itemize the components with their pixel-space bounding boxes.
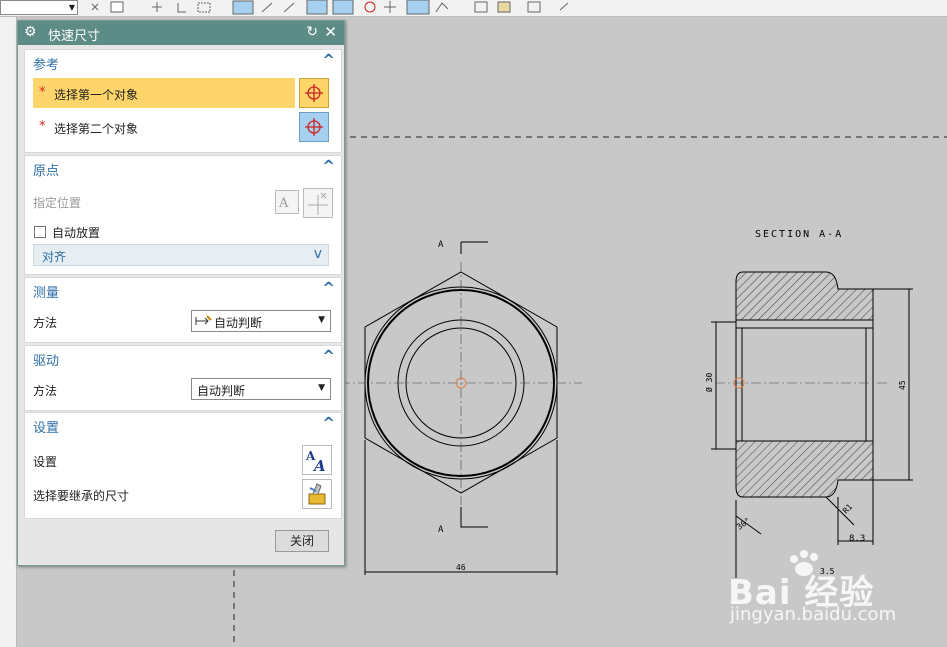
group-label: 原点	[33, 164, 60, 179]
dim-width: 46	[456, 563, 466, 572]
svg-text:A: A	[278, 196, 289, 211]
align-dropdown[interactable]: 对齐 v	[33, 244, 329, 266]
measure-method-value: 自动判断	[214, 316, 263, 330]
group-header-measure[interactable]: 测量 ^	[25, 278, 341, 301]
select-first-object-row[interactable]: * 选择第一个对象	[33, 78, 295, 108]
auto-place-checkbox[interactable]	[34, 226, 46, 238]
cut-label-top: A	[438, 240, 444, 250]
svg-text:A: A	[312, 457, 326, 474]
group-label: 设置	[33, 421, 60, 436]
select-second-object-button[interactable]	[299, 112, 329, 142]
chevron-up-icon[interactable]: ^	[322, 51, 335, 69]
group-label: 测量	[33, 286, 60, 301]
chevron-down-icon: ▼	[318, 383, 325, 393]
dim-height: 45	[898, 380, 907, 390]
dim-bore: Ø 30	[704, 373, 714, 392]
section-title: SECTION A-A	[755, 229, 843, 240]
select-first-object-button[interactable]	[299, 78, 329, 108]
measure-method-select[interactable]: 自动判断 ▼	[191, 310, 331, 332]
chevron-up-icon[interactable]: ^	[322, 347, 335, 365]
drawing-canvas[interactable]: A A 46 SECTION A-A Ø 30 45 8.3 30° R1 3.…	[345, 17, 947, 647]
close-icon[interactable]: ✕	[324, 23, 337, 41]
group-label: 驱动	[33, 354, 60, 369]
crosshair-icon	[305, 84, 323, 102]
cut-label-bottom: A	[438, 525, 444, 535]
settings-button[interactable]: AA	[302, 445, 332, 475]
align-label: 对齐	[42, 250, 67, 264]
drive-method-select[interactable]: 自动判断 ▼	[191, 378, 331, 400]
dim-8-3: 8.3	[849, 534, 865, 544]
group-header-drive[interactable]: 驱动 ^	[25, 346, 341, 369]
inherit-brush-icon	[308, 483, 326, 505]
required-star-icon: *	[39, 119, 46, 134]
dialog-title-bar: ⚙ 快速尺寸 ↻ ✕	[18, 21, 344, 45]
dimension-auto-icon	[195, 315, 212, 325]
dim-30deg: 30°	[735, 516, 752, 532]
lower-canvas	[233, 570, 235, 647]
close-button[interactable]: 关闭	[275, 530, 329, 552]
dialog-title: 快速尺寸	[48, 29, 101, 44]
quick-dimension-dialog: ⚙ 快速尺寸 ↻ ✕ 参考 ^ * 选择第一个对象 * 选择第二个对象 原点 ^…	[17, 20, 345, 566]
select-second-object-row[interactable]: * 选择第二个对象	[33, 112, 295, 142]
inherit-dimension-label: 选择要继承的尺寸	[33, 489, 130, 503]
required-star-icon: *	[39, 85, 46, 100]
group-label: 参考	[33, 58, 60, 73]
top-toolbar: ▼	[0, 0, 947, 17]
chevron-up-icon[interactable]: ^	[322, 279, 335, 297]
group-reference: 参考 ^ * 选择第一个对象 * 选择第二个对象	[24, 49, 342, 153]
text-settings-icon: A	[278, 196, 289, 211]
specify-location-button[interactable]	[303, 188, 333, 218]
text-style-icon: AA	[305, 449, 326, 475]
chevron-down-icon: ▼	[318, 315, 325, 325]
group-origin: 原点 ^ 指定位置 A 自动放置 对齐 v	[24, 155, 342, 275]
chevron-up-icon[interactable]: ^	[322, 157, 335, 175]
chevron-up-icon[interactable]: ^	[322, 414, 335, 432]
specify-location-label: 指定位置	[33, 196, 82, 210]
group-drive: 驱动 ^ 方法 自动判断 ▼	[24, 345, 342, 411]
toolbar-icons	[91, 0, 569, 15]
left-resource-bar	[0, 17, 17, 647]
select-second-object-label: 选择第二个对象	[54, 122, 139, 136]
crosshair-icon	[305, 118, 323, 136]
drive-method-value: 自动判断	[197, 384, 246, 398]
group-settings: 设置 ^ 设置 AA 选择要继承的尺寸	[24, 412, 342, 519]
select-first-object-label: 选择第一个对象	[54, 88, 139, 102]
group-header-origin[interactable]: 原点 ^	[25, 156, 341, 179]
group-header-reference[interactable]: 参考 ^	[25, 50, 341, 73]
group-header-settings[interactable]: 设置 ^	[25, 413, 341, 436]
chevron-down-icon: v	[313, 246, 322, 262]
text-settings-button[interactable]: A	[275, 190, 299, 214]
settings-label: 设置	[33, 455, 58, 469]
gear-icon[interactable]: ⚙	[24, 24, 37, 40]
reset-icon[interactable]: ↻	[306, 24, 318, 40]
watermark-url: jingyan.baidu.com	[730, 604, 897, 625]
group-measure: 测量 ^ 方法 自动判断 ▼	[24, 277, 342, 343]
point-icon	[308, 192, 328, 215]
drive-method-label: 方法	[33, 384, 58, 398]
inherit-dimension-button[interactable]	[302, 479, 332, 509]
measure-method-label: 方法	[33, 316, 58, 330]
auto-place-label: 自动放置	[52, 226, 101, 240]
